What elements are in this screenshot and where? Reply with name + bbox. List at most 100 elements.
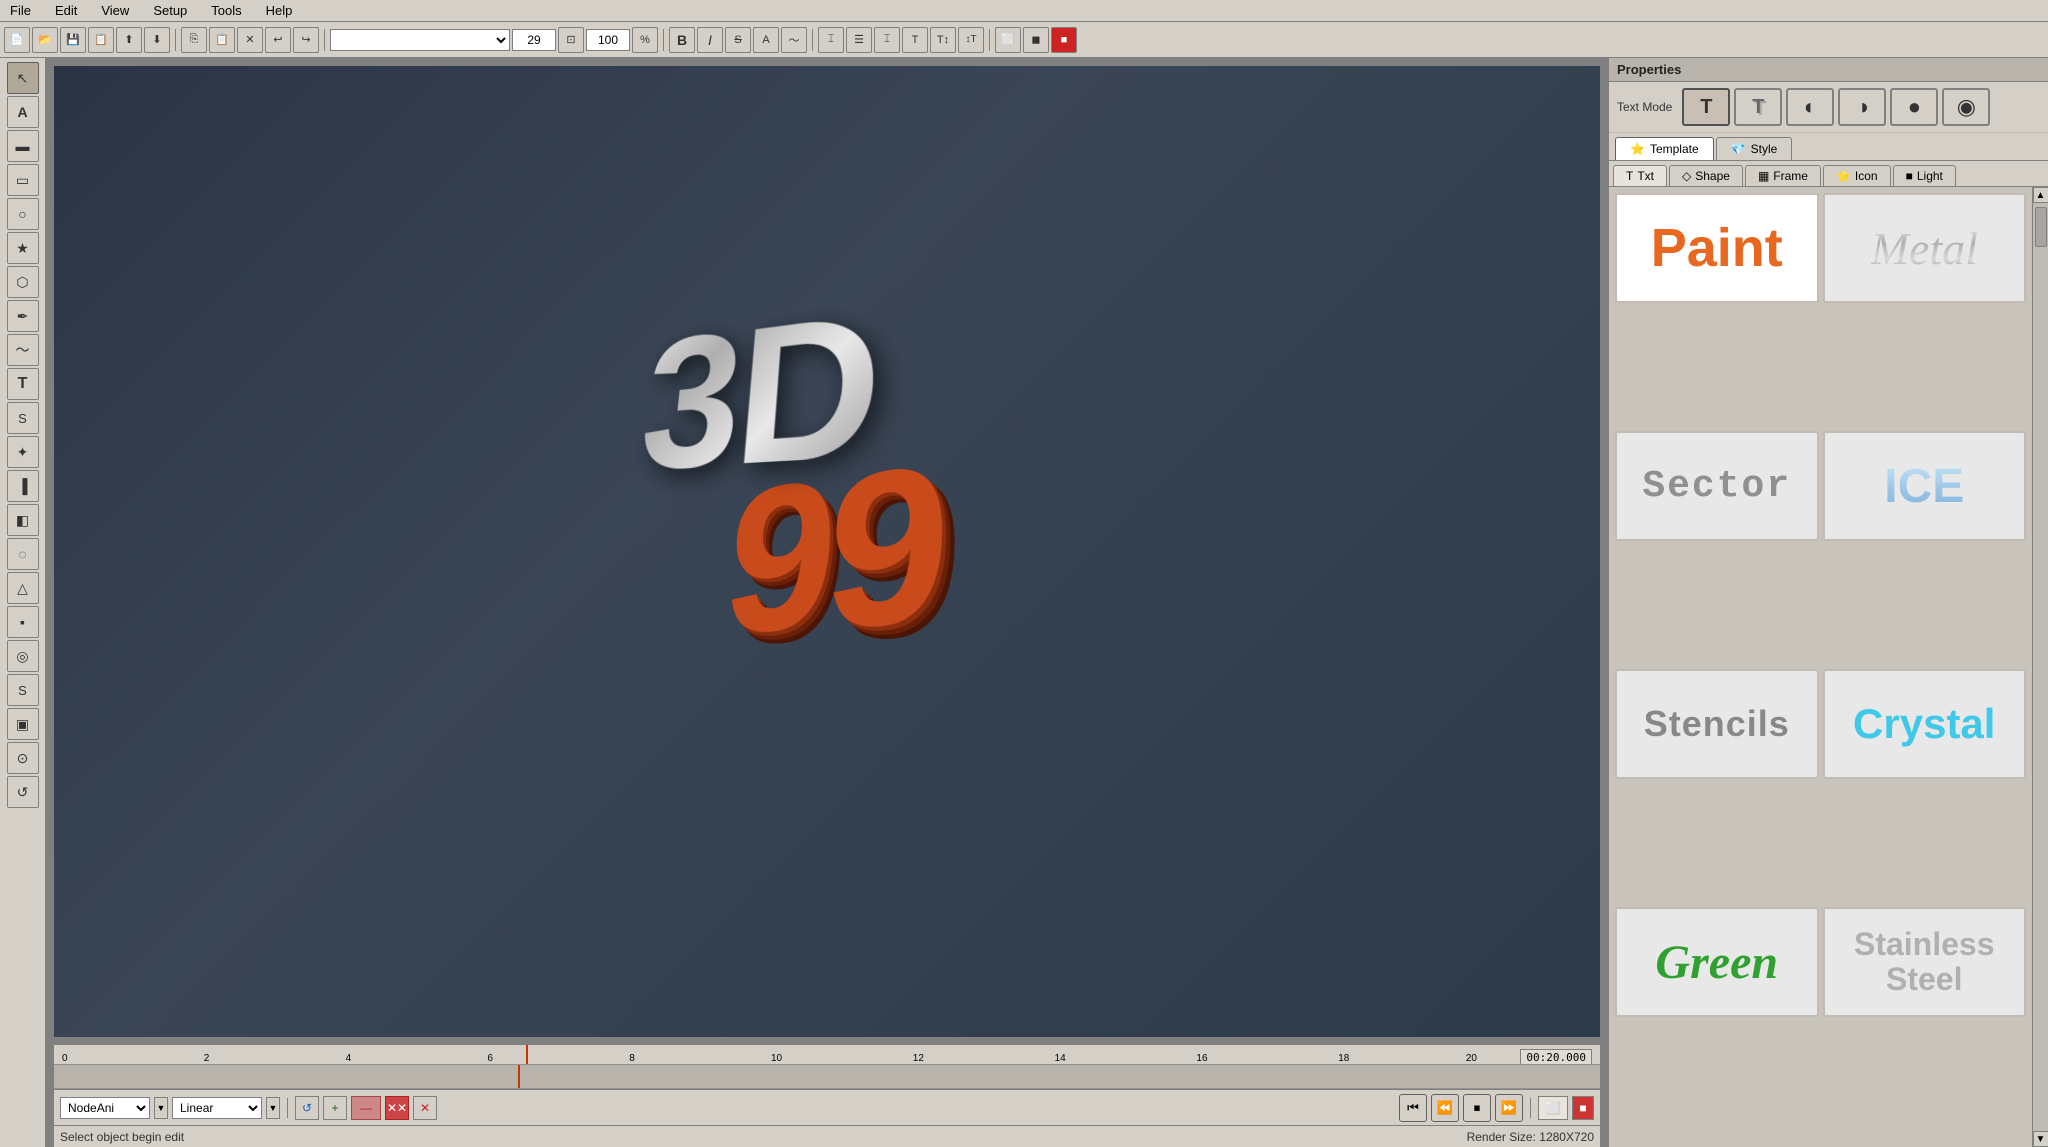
mode-half-btn[interactable]: ◐ (1786, 88, 1834, 126)
style-paint-cell[interactable]: Paint (1615, 193, 1819, 303)
style-metal-cell[interactable]: Metal (1823, 193, 2027, 303)
italic-button[interactable]: I (697, 27, 723, 53)
keyframe-delete-red[interactable]: ✕✕ (385, 1096, 409, 1120)
t-tool-1[interactable]: T (7, 368, 39, 400)
text-color-button[interactable]: A (753, 27, 779, 53)
spiral-tool[interactable]: S (7, 674, 39, 706)
mode-extrude-btn[interactable]: T (1734, 88, 1782, 126)
keyframe-refresh[interactable]: ↺ (295, 1096, 319, 1120)
style-stainless-cell[interactable]: StainlessSteel (1823, 907, 2027, 1017)
paste-button[interactable]: 📋 (209, 27, 235, 53)
bevel-tool[interactable]: ◧ (7, 504, 39, 536)
menu-file[interactable]: File (4, 1, 37, 20)
triangle-tool[interactable]: △ (7, 572, 39, 604)
ellipse-tool[interactable]: ○ (7, 198, 39, 230)
node-tool[interactable]: ✦ (7, 436, 39, 468)
rect2-tool[interactable]: ▪ (7, 606, 39, 638)
scroll-thumb[interactable] (2035, 207, 2047, 247)
wave-button[interactable]: 〜 (781, 27, 807, 53)
scroll-down-arrow[interactable]: ▼ (2033, 1131, 2048, 1147)
mode-outline-btn[interactable]: ◑ (1838, 88, 1886, 126)
scroll-up-arrow[interactable]: ▲ (2033, 187, 2048, 203)
open-button[interactable]: 📂 (32, 27, 58, 53)
viewport[interactable]: 99 3D (54, 66, 1600, 1037)
style-tab[interactable]: 💎 Style (1716, 137, 1793, 160)
keyframe-delete[interactable]: ✕ (413, 1096, 437, 1120)
align-left[interactable]: ⌶ (818, 27, 844, 53)
mode-invert-btn[interactable]: ◉ (1942, 88, 1990, 126)
star-tool[interactable]: ★ (7, 232, 39, 264)
play-back-btn[interactable]: ⏪ (1431, 1094, 1459, 1122)
stop-btn[interactable]: ⏹ (1463, 1094, 1491, 1122)
delete-button[interactable]: ✕ (237, 27, 263, 53)
sep-5 (989, 29, 990, 51)
timeline-ruler: 00:05.889 00:20.000 0 2 4 6 8 10 12 14 1… (54, 1045, 1600, 1065)
menu-setup[interactable]: Setup (147, 1, 193, 20)
rounded-rect-tool[interactable]: ▭ (7, 164, 39, 196)
copy-button[interactable]: ⎘ (181, 27, 207, 53)
freehand-tool[interactable]: 〜 (7, 334, 39, 366)
redo-button[interactable]: ↪ (293, 27, 319, 53)
keyframe-add[interactable]: + (323, 1096, 347, 1120)
style-crystal-cell[interactable]: Crystal (1823, 669, 2027, 779)
percent-input[interactable]: 100 (586, 29, 630, 51)
interp-dropdown[interactable]: Linear (172, 1097, 262, 1119)
menu-view[interactable]: View (95, 1, 135, 20)
text-tool-2[interactable]: T↕ (930, 27, 956, 53)
label-tool[interactable]: ▣ (7, 708, 39, 740)
timeline-color[interactable]: ■ (1572, 1096, 1594, 1120)
menu-edit[interactable]: Edit (49, 1, 83, 20)
style-grid: Paint Metal Sector ICE Stencils (1609, 187, 2032, 1147)
ring-tool[interactable]: ◎ (7, 640, 39, 672)
mode-back-btn[interactable]: ● (1890, 88, 1938, 126)
contour-tool[interactable]: ▐ (7, 470, 39, 502)
menu-tools[interactable]: Tools (205, 1, 247, 20)
select-tool[interactable]: ↖ (7, 62, 39, 94)
rect-tool[interactable]: ▬ (7, 130, 39, 162)
sub-tab-icon[interactable]: ⭐ Icon (1823, 165, 1891, 186)
text-tool-1[interactable]: T (902, 27, 928, 53)
skip-back-btn[interactable]: ⏮ (1399, 1094, 1427, 1122)
align-right[interactable]: ⌶ (874, 27, 900, 53)
shadow-tool[interactable]: ◌ (7, 538, 39, 570)
interp-expand[interactable]: ▼ (266, 1097, 280, 1119)
save-button[interactable]: 💾 (60, 27, 86, 53)
text-tool-left[interactable]: A (7, 96, 39, 128)
font-size-input[interactable]: 29 (512, 29, 556, 51)
panel-title: Properties (1609, 58, 2048, 82)
new-button[interactable]: 📄 (4, 27, 30, 53)
timeline-settings[interactable]: ⬜ (1538, 1096, 1568, 1120)
mode-solid-btn[interactable]: T (1682, 88, 1730, 126)
keyframe-remove[interactable]: — (351, 1096, 381, 1120)
back-tool[interactable]: ↺ (7, 776, 39, 808)
shape-2[interactable]: ◼ (1023, 27, 1049, 53)
save-as-button[interactable]: 📋 (88, 27, 114, 53)
menu-help[interactable]: Help (260, 1, 299, 20)
align-center[interactable]: ☰ (846, 27, 872, 53)
t-tool-2[interactable]: S (7, 402, 39, 434)
sub-tab-frame[interactable]: ▦ Frame (1745, 165, 1821, 186)
sub-tab-txt[interactable]: T Txt (1613, 165, 1667, 186)
sub-tab-light[interactable]: ■ Light (1893, 165, 1956, 186)
undo-button[interactable]: ↩ (265, 27, 291, 53)
shape-1[interactable]: ⬜ (995, 27, 1021, 53)
color-1[interactable]: ■ (1051, 27, 1077, 53)
export-button[interactable]: ⬆ (116, 27, 142, 53)
strikethrough-button[interactable]: S (725, 27, 751, 53)
play-btn[interactable]: ⏩ (1495, 1094, 1523, 1122)
text-tool-3[interactable]: ↕T (958, 27, 984, 53)
bold-button[interactable]: B (669, 27, 695, 53)
anim-mode-dropdown[interactable]: NodeAni (60, 1097, 150, 1119)
pen-tool[interactable]: ✒ (7, 300, 39, 332)
mode-expand[interactable]: ▼ (154, 1097, 168, 1119)
import-button[interactable]: ⬇ (144, 27, 170, 53)
template-tab[interactable]: ⭐ Template (1615, 137, 1714, 160)
polygon-tool[interactable]: ⬡ (7, 266, 39, 298)
font-dropdown[interactable] (330, 29, 510, 51)
style-stencils-cell[interactable]: Stencils (1615, 669, 1819, 779)
zoom-tool[interactable]: ⊙ (7, 742, 39, 774)
style-ice-cell[interactable]: ICE (1823, 431, 2027, 541)
style-green-cell[interactable]: Green (1615, 907, 1819, 1017)
sub-tab-shape[interactable]: ◇ Shape (1669, 165, 1743, 186)
style-sector-cell[interactable]: Sector (1615, 431, 1819, 541)
